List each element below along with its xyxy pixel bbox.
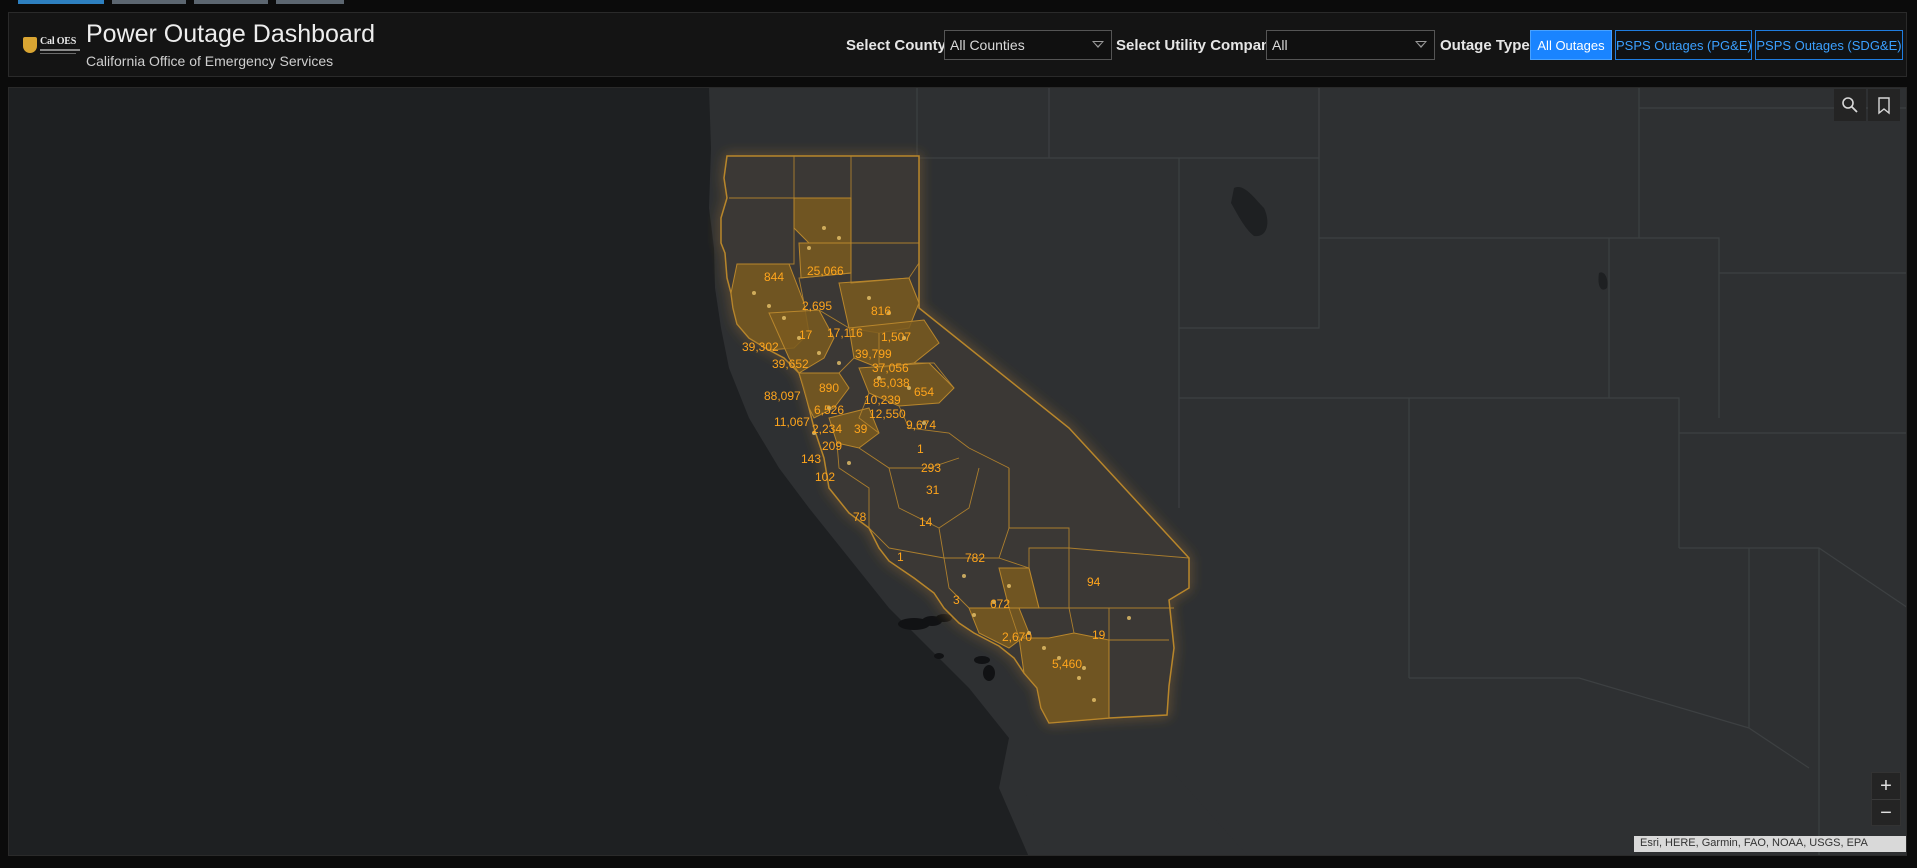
county-label[interactable]: 88,097 bbox=[764, 389, 801, 403]
utility-filter-label: Select Utility Company bbox=[1116, 37, 1279, 54]
county-label[interactable]: 25,066 bbox=[807, 264, 844, 278]
tab-1[interactable] bbox=[18, 0, 104, 4]
chevron-down-icon bbox=[1415, 41, 1427, 48]
county-label[interactable]: 39,302 bbox=[742, 340, 779, 354]
map-bookmark-button[interactable] bbox=[1868, 89, 1900, 121]
county-label[interactable]: 39,652 bbox=[772, 357, 809, 371]
shield-icon bbox=[23, 37, 37, 53]
zoom-out-button[interactable]: − bbox=[1872, 799, 1900, 825]
search-icon bbox=[1842, 97, 1858, 113]
county-label[interactable]: 1,507 bbox=[881, 330, 911, 344]
tab-4[interactable] bbox=[276, 0, 344, 4]
bookmark-icon bbox=[1878, 97, 1890, 115]
dashboard-header: Cal OES Power Outage Dashboard Californi… bbox=[8, 12, 1907, 77]
county-label[interactable]: 654 bbox=[914, 385, 934, 399]
map-search-button[interactable] bbox=[1834, 89, 1866, 121]
county-label[interactable]: 37,056 bbox=[872, 361, 909, 375]
utility-select[interactable]: All bbox=[1266, 30, 1435, 60]
county-label[interactable]: 1 bbox=[917, 442, 924, 456]
tab-2[interactable] bbox=[112, 0, 186, 4]
county-label[interactable]: 1 bbox=[897, 550, 904, 564]
county-label[interactable]: 782 bbox=[965, 551, 985, 565]
county-label[interactable]: 143 bbox=[801, 452, 821, 466]
zoom-in-button[interactable]: + bbox=[1872, 773, 1900, 799]
psps-pge-button[interactable]: PSPS Outages (PG&E) bbox=[1615, 30, 1752, 60]
county-label[interactable]: 5,460 bbox=[1052, 657, 1082, 671]
chevron-down-icon bbox=[1092, 41, 1104, 48]
top-tab-strip bbox=[0, 0, 1917, 5]
psps-sdge-button[interactable]: PSPS Outages (SDG&E) bbox=[1755, 30, 1903, 60]
county-label[interactable]: 12,550 bbox=[869, 407, 906, 421]
county-label[interactable]: 19 bbox=[1092, 628, 1106, 642]
county-label[interactable]: 6,526 bbox=[814, 403, 844, 417]
outage-map[interactable]: 25,066 844 2,695 816 17 17,116 1,507 39,… bbox=[8, 87, 1907, 856]
logo-line bbox=[40, 49, 80, 51]
county-label[interactable]: 85,038 bbox=[873, 376, 910, 390]
county-label[interactable]: 78 bbox=[853, 510, 867, 524]
bottom-bar bbox=[0, 858, 1917, 868]
page-subtitle: California Office of Emergency Services bbox=[86, 53, 334, 69]
county-label[interactable]: 890 bbox=[819, 381, 839, 395]
county-label[interactable]: 816 bbox=[871, 304, 891, 318]
county-label[interactable]: 17,116 bbox=[827, 326, 863, 340]
county-label[interactable]: 14 bbox=[919, 515, 933, 529]
outage-type-label: Outage Type: bbox=[1440, 37, 1535, 54]
county-label[interactable]: 102 bbox=[815, 470, 835, 484]
county-label[interactable]: 11,067 bbox=[774, 415, 810, 429]
county-label[interactable]: 672 bbox=[990, 597, 1010, 611]
map-canvas[interactable]: 25,066 844 2,695 816 17 17,116 1,507 39,… bbox=[9, 88, 1907, 856]
cal-oes-logo: Cal OES bbox=[23, 35, 81, 57]
county-label[interactable]: 3 bbox=[953, 593, 960, 607]
county-label[interactable]: 39,799 bbox=[855, 347, 892, 361]
county-label[interactable]: 31 bbox=[926, 483, 940, 497]
county-label[interactable]: 2,670 bbox=[1002, 630, 1032, 644]
county-select[interactable]: All Counties bbox=[944, 30, 1112, 60]
county-label[interactable]: 2,234 bbox=[812, 422, 842, 436]
county-label[interactable]: 17 bbox=[799, 328, 813, 342]
county-label[interactable]: 2,695 bbox=[802, 299, 832, 313]
map-attribution[interactable]: Esri, HERE, Garmin, FAO, NOAA, USGS, EPA bbox=[1634, 836, 1906, 852]
county-select-value: All Counties bbox=[950, 37, 1025, 53]
utility-select-value: All bbox=[1272, 37, 1288, 53]
app-root: Cal OES Power Outage Dashboard Californi… bbox=[0, 0, 1917, 868]
all-outages-button[interactable]: All Outages bbox=[1530, 30, 1612, 60]
county-label[interactable]: 94 bbox=[1087, 575, 1101, 589]
county-filter-label: Select County: bbox=[846, 37, 952, 54]
county-label[interactable]: 293 bbox=[921, 461, 941, 475]
county-label[interactable]: 209 bbox=[822, 439, 842, 453]
logo-line-2 bbox=[40, 53, 76, 54]
county-label[interactable]: 9,674 bbox=[906, 418, 936, 432]
logo-text: Cal OES bbox=[40, 36, 77, 47]
county-label[interactable]: 39 bbox=[854, 422, 868, 436]
page-title: Power Outage Dashboard bbox=[86, 20, 376, 48]
county-label[interactable]: 844 bbox=[764, 270, 784, 284]
zoom-controls: + − bbox=[1871, 772, 1901, 826]
tab-3[interactable] bbox=[194, 0, 268, 4]
county-label[interactable]: 10,239 bbox=[864, 393, 901, 407]
